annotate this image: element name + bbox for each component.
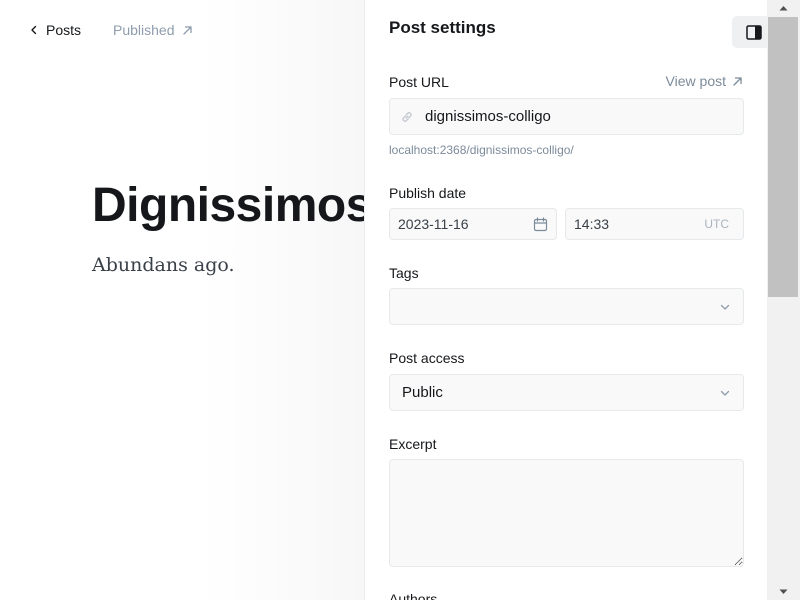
editor-topnav: Posts Published — [28, 22, 193, 38]
post-url-field[interactable] — [389, 98, 744, 135]
sidebar-toggle-icon — [746, 24, 762, 40]
post-url-hint: localhost:2368/dignissimos-colligo/ — [389, 143, 574, 157]
publish-time-input[interactable]: 14:33 UTC — [565, 208, 744, 240]
authors-label: Authors — [389, 591, 438, 600]
caret-up-icon — [779, 6, 788, 11]
publish-date-label: Publish date — [389, 185, 467, 201]
back-to-posts-link[interactable]: Posts — [28, 22, 81, 38]
post-settings-panel: Post settings Post URL View post localho… — [364, 0, 767, 600]
view-post-label: View post — [665, 73, 726, 89]
publish-date-value: 2023-11-16 — [398, 216, 469, 232]
calendar-icon[interactable] — [533, 216, 548, 232]
post-access-select[interactable]: Public — [389, 374, 744, 411]
arrow-up-right-icon — [733, 76, 742, 86]
chevron-down-icon — [720, 304, 730, 310]
arrow-up-right-icon — [182, 25, 192, 35]
timezone-label: UTC — [704, 217, 729, 231]
scroll-up-button[interactable] — [767, 0, 800, 16]
chevron-left-icon — [31, 25, 37, 35]
post-access-value: Public — [402, 384, 443, 401]
post-title[interactable]: Dignissimos — [92, 178, 364, 233]
post-status-link[interactable]: Published — [113, 22, 193, 38]
post-url-input[interactable] — [425, 108, 715, 125]
tags-label: Tags — [389, 265, 419, 281]
caret-down-icon — [779, 589, 788, 594]
post-body[interactable]: Abundans ago. — [92, 254, 235, 276]
post-url-label: Post URL — [389, 74, 449, 90]
tags-select[interactable] — [389, 288, 744, 325]
post-access-label: Post access — [389, 350, 465, 366]
scroll-thumb[interactable] — [768, 17, 798, 297]
link-icon — [402, 111, 412, 122]
publish-time-value: 14:33 — [574, 216, 610, 232]
back-to-posts-label: Posts — [46, 22, 82, 38]
panel-title: Post settings — [389, 18, 496, 37]
scroll-down-button[interactable] — [767, 584, 800, 600]
publish-date-input[interactable]: 2023-11-16 — [389, 208, 557, 240]
excerpt-textarea[interactable] — [389, 459, 744, 567]
view-post-link[interactable]: View post — [666, 73, 743, 89]
excerpt-label: Excerpt — [389, 436, 437, 452]
chevron-down-icon — [720, 390, 730, 396]
panel-scrollbar[interactable] — [767, 0, 800, 600]
editor-area: Posts Published Dignissimos Abundans ago… — [0, 0, 364, 600]
post-status-label: Published — [113, 22, 175, 38]
